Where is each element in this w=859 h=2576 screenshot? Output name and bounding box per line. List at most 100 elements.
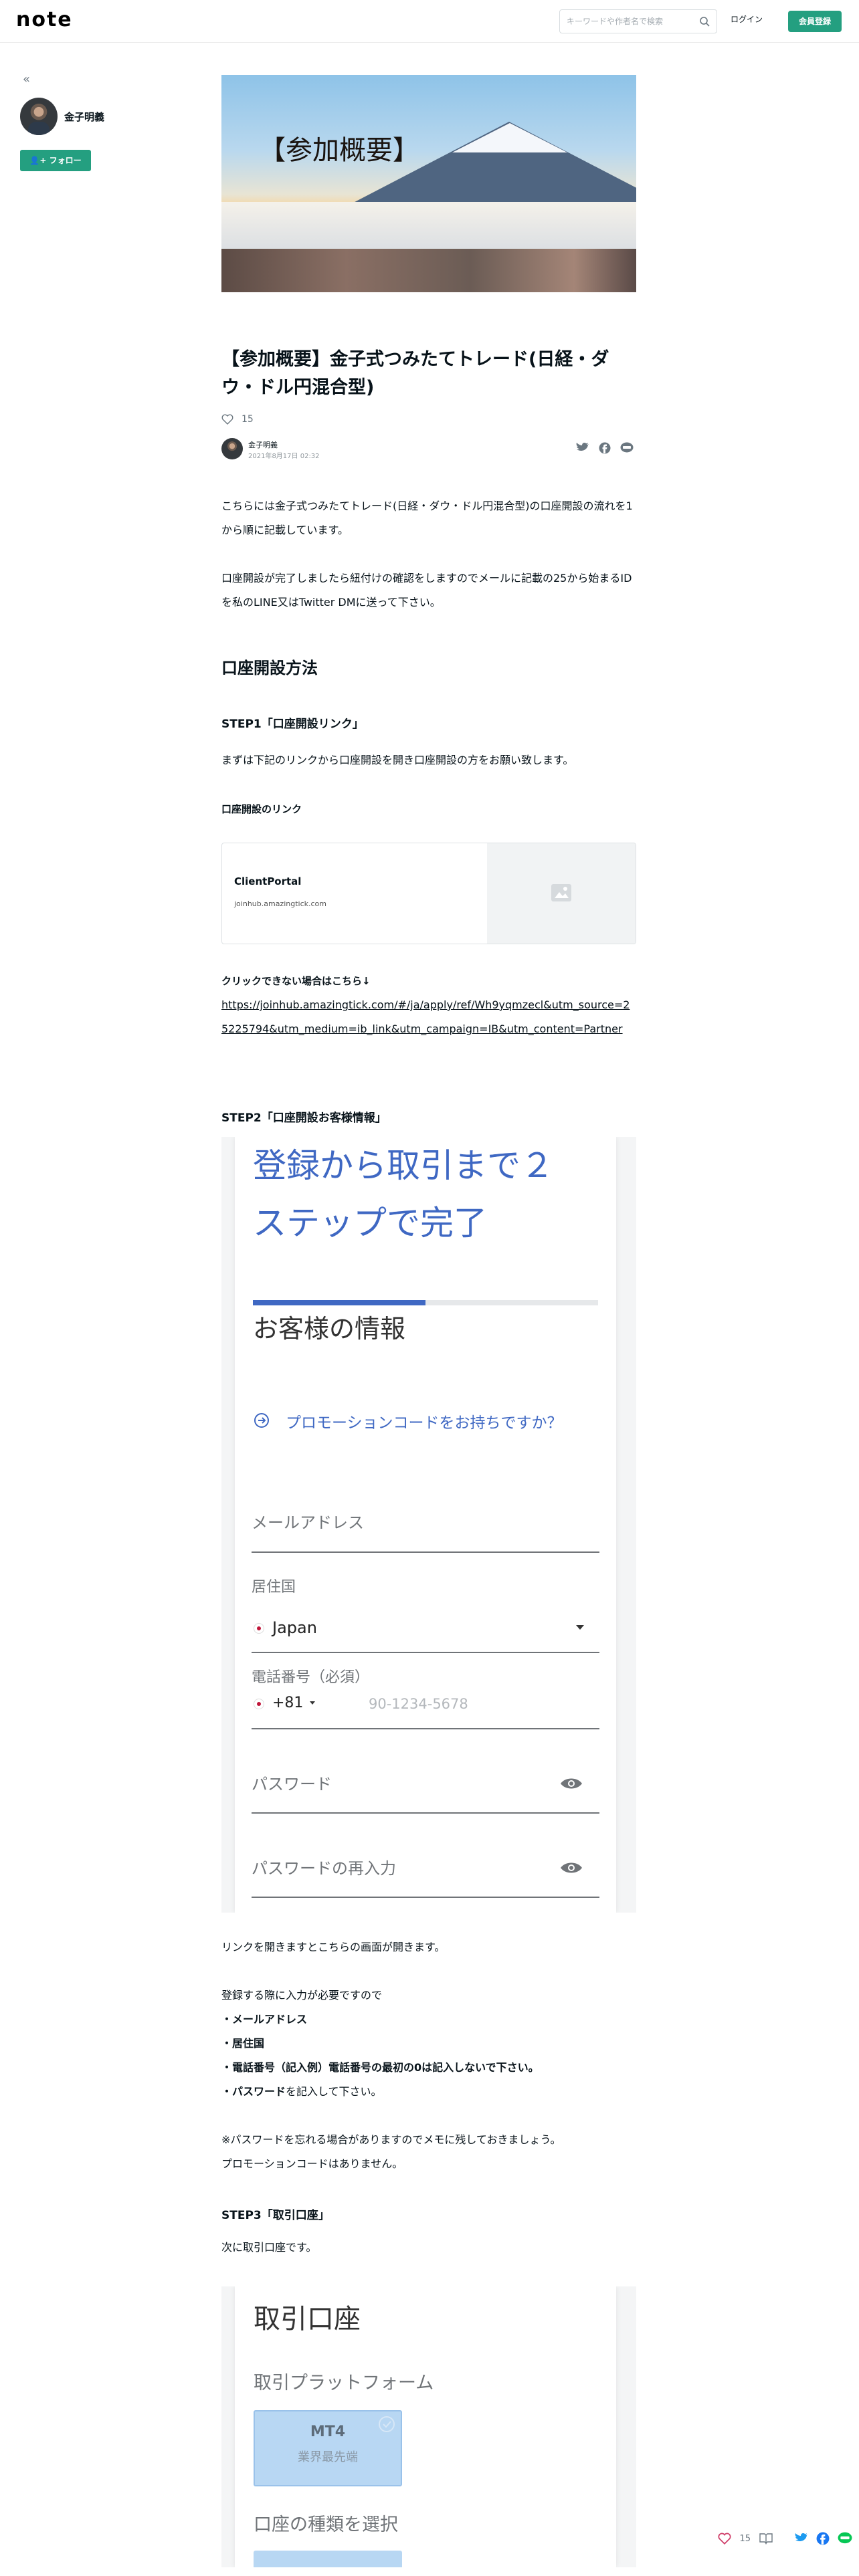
password-bold: ・パスワード: [221, 2085, 286, 2098]
heart-icon[interactable]: [221, 414, 233, 425]
floating-action-bar: 15: [718, 2532, 852, 2545]
form-headline-line1: 登録から取引まで２: [253, 1146, 554, 1185]
password-underline: [252, 1812, 599, 1814]
fallback-link[interactable]: https://joinhub.amazingtick.com/#/ja/app…: [221, 993, 636, 1041]
eyecatch-text: 【参加概要】: [259, 135, 419, 166]
cloud-sea: [221, 202, 636, 255]
embed-thumbnail: [487, 843, 636, 944]
magazine-icon[interactable]: [759, 2533, 773, 2545]
step3-heading: STEP3「取引口座」: [221, 2209, 330, 2222]
japan-flag-icon: [254, 1623, 264, 1634]
like-count: 15: [242, 414, 254, 425]
follow-label: フォロー: [49, 156, 82, 165]
required-item-phone: ・電話番号（記入例）電話番号の最初の0は記入しないで下さい。: [221, 2061, 539, 2074]
phone-input[interactable]: 90-1234-5678: [369, 1696, 468, 1712]
article: 【参加概要】 【参加概要】金子式つみたてトレード(日経・ダウ・ドル円混合型) 1…: [221, 75, 636, 2567]
country-label: 居住国: [252, 1579, 296, 1596]
eye-icon[interactable]: [560, 1860, 583, 1875]
section-heading: 口座開設方法: [221, 659, 318, 677]
password-confirm-underline: [252, 1897, 599, 1898]
email-field[interactable]: メールアドレス: [252, 1509, 364, 1533]
account-type-label: 口座の種類を選択: [254, 2514, 398, 2535]
phone-country-code[interactable]: +81: [272, 1695, 303, 1711]
like-counter[interactable]: 15: [221, 413, 636, 426]
japan-flag-icon: [254, 1699, 264, 1709]
creator-avatar[interactable]: [20, 98, 58, 135]
step1-text: まずは下記のリンクから口座開設を開き口座開設の方をお願い致します。: [221, 754, 574, 766]
form-headline-line2: ステップで完了: [253, 1204, 487, 1243]
promo-code-link[interactable]: プロモーションコードをお持ちですか？: [286, 1410, 563, 1432]
required-item-email: ・メールアドレス: [221, 2013, 308, 2026]
password-rest: を記入して下さい。: [286, 2085, 382, 2098]
collapse-sidebar-icon[interactable]: «: [23, 72, 30, 86]
line-icon[interactable]: [620, 442, 634, 454]
check-circle-icon: [379, 2416, 395, 2432]
dropdown-arrow-icon[interactable]: [576, 1625, 584, 1630]
heart-icon[interactable]: [718, 2533, 731, 2545]
tree-line: [221, 249, 636, 292]
after-screenshot-text: リンクを開きますとこちらの画面が開きます。: [221, 1941, 446, 1953]
intro-paragraph-1: こちらには金子式つみたてトレード(日経・ダウ・ドル円混合型)の口座開設の流れを1…: [221, 500, 633, 536]
mt4-subtitle: 業界最先端: [298, 2450, 358, 2464]
step2-heading: STEP2「口座開設お客様情報」: [221, 1111, 387, 1125]
twitter-share-icon[interactable]: [795, 2533, 808, 2545]
link-embed-card[interactable]: ClientPortal joinhub.amazingtick.com: [221, 843, 636, 944]
follow-button[interactable]: 👤+ フォロー: [20, 150, 91, 171]
note-password: ※パスワードを忘れる場合がありますのでメモに残しておきましょう。: [221, 2133, 561, 2146]
account-title: 取引口座: [254, 2304, 361, 2335]
form-card: 登録から取引まで２ ステップで完了 お客様の情報 プロモーションコードをお持ちで…: [235, 1137, 616, 1913]
registration-screenshot: 登録から取引まで２ ステップで完了 お客様の情報 プロモーションコードをお持ちで…: [221, 1137, 636, 1913]
publish-date: 2021年8月17日 02:32: [248, 453, 320, 460]
note-promo: プロモーションコードはありません。: [221, 2157, 403, 2170]
author-avatar[interactable]: [221, 438, 243, 459]
login-link[interactable]: ログイン: [731, 13, 763, 25]
progress-track: [253, 1300, 598, 1305]
note-logo[interactable]: note: [16, 8, 73, 31]
password-field[interactable]: パスワード: [252, 1771, 332, 1794]
country-select[interactable]: Japan: [272, 1618, 317, 1637]
required-intro: 登録する際に入力が必要ですので: [221, 1989, 383, 2002]
platform-label: 取引プラットフォーム: [254, 2373, 434, 2393]
mt4-option[interactable]: MT4 業界最先端: [254, 2410, 402, 2486]
progress-fill: [253, 1300, 425, 1305]
chevron-down-icon[interactable]: [310, 1701, 315, 1705]
facebook-share-icon[interactable]: [816, 2532, 830, 2545]
signup-button[interactable]: 会員登録: [788, 11, 842, 32]
account-card: 取引口座 取引プラットフォーム MT4 業界最先端 口座の種類を選択: [235, 2286, 616, 2567]
phone-underline: [252, 1728, 599, 1729]
user-plus-icon: 👤+: [29, 156, 47, 165]
line-share-icon[interactable]: [838, 2532, 852, 2545]
image-placeholder-icon: [551, 884, 571, 901]
phone-label: 電話番号（必須）: [252, 1669, 370, 1686]
article-title: 【参加概要】金子式つみたてトレード(日経・ダウ・ドル円混合型): [221, 349, 609, 398]
form-section-title: お客様の情報: [253, 1314, 406, 1344]
email-underline: [252, 1551, 599, 1553]
fallback-heading: クリックできない場合はこちら↓: [221, 975, 371, 987]
step3-text: 次に取引口座です。: [221, 2241, 317, 2254]
author-name[interactable]: 金子明義: [248, 439, 278, 450]
site-header: note ログイン 会員登録: [0, 0, 859, 43]
link-heading: 口座開設のリンク: [221, 803, 302, 815]
embed-url: joinhub.amazingtick.com: [234, 899, 326, 908]
account-type-option[interactable]: [254, 2551, 402, 2567]
eye-icon[interactable]: [560, 1776, 583, 1791]
creator-name[interactable]: 金子明義: [64, 110, 104, 124]
arrow-circle-icon: [254, 1413, 269, 1428]
search-box[interactable]: [559, 9, 717, 33]
search-input[interactable]: [567, 10, 694, 33]
facebook-icon[interactable]: [599, 442, 611, 454]
required-item-country: ・居住国: [221, 2037, 265, 2050]
share-buttons: [576, 442, 634, 454]
snowcap-shape: [452, 123, 567, 152]
floating-like-count: 15: [739, 2533, 751, 2544]
password-confirm-field[interactable]: パスワードの再入力: [252, 1855, 396, 1879]
intro-paragraph-2: 口座開設が完了しましたら紐付けの確認をしますのでメールに記載の25から始まるID…: [221, 572, 632, 609]
country-underline: [252, 1652, 599, 1653]
eyecatch-image: 【参加概要】: [221, 75, 636, 292]
step1-heading: STEP1「口座開設リンク」: [221, 718, 364, 731]
search-icon[interactable]: [699, 16, 710, 27]
embed-title: ClientPortal: [234, 875, 302, 887]
article-meta: 金子明義 2021年8月17日 02:32: [221, 437, 636, 462]
twitter-icon[interactable]: [576, 442, 589, 454]
account-screenshot: 取引口座 取引プラットフォーム MT4 業界最先端 口座の種類を選択: [221, 2286, 636, 2567]
